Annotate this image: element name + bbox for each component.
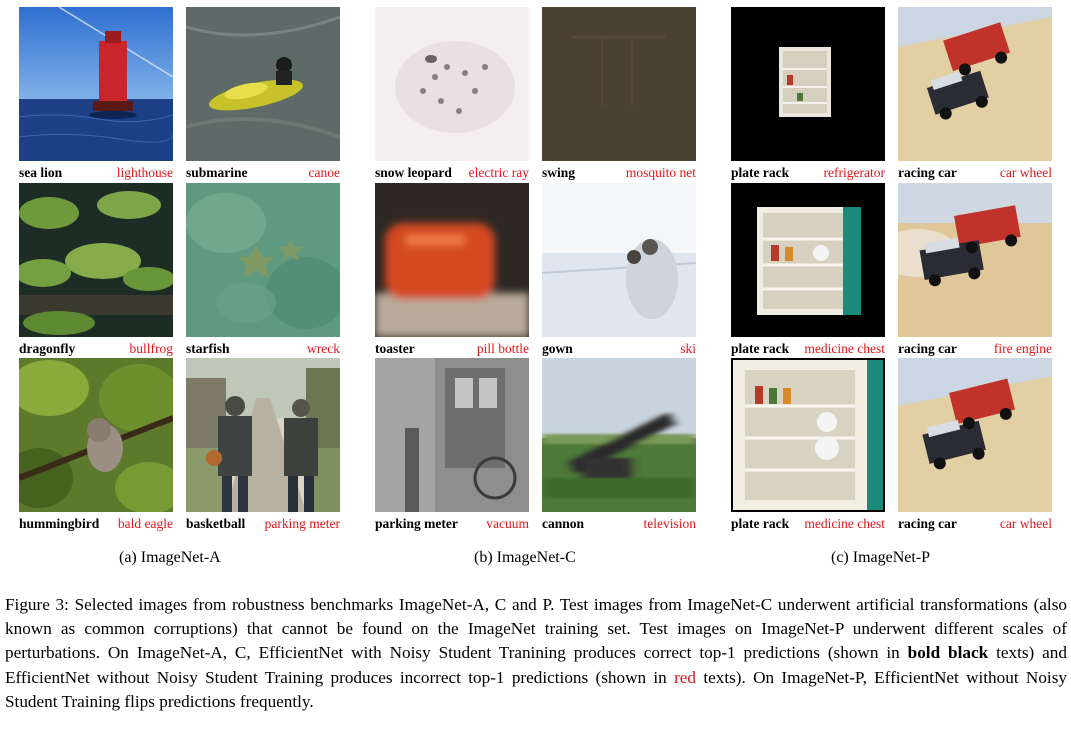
correct-label: basketball bbox=[186, 516, 246, 531]
wrong-label: wreck bbox=[307, 341, 340, 356]
tile-a-starfish: starfish wreck bbox=[186, 183, 340, 356]
image-small-cabinet bbox=[731, 7, 885, 161]
image-owl-in-tree bbox=[19, 358, 173, 512]
caption-red-word: red bbox=[674, 667, 697, 687]
tile-a-hummingbird: hummingbird bald eagle bbox=[19, 358, 173, 531]
wrong-label: ski bbox=[680, 341, 696, 356]
correct-label: racing car bbox=[898, 341, 957, 356]
tile-p-plate-rack-2: plate rack medicine chest bbox=[731, 183, 885, 356]
image-blurred-toaster bbox=[375, 183, 529, 337]
wrong-label: fire engine bbox=[993, 341, 1052, 356]
label-row: starfish wreck bbox=[186, 340, 340, 358]
image-yellow-submarine bbox=[186, 7, 340, 161]
image-underwater-starfish bbox=[186, 183, 340, 337]
label-row: submarine canoe bbox=[186, 164, 340, 182]
label-row: plate rack medicine chest bbox=[731, 340, 885, 358]
tile-a-basketball: basketball parking meter bbox=[186, 358, 340, 531]
image-snowy-couple bbox=[542, 183, 696, 337]
correct-label: toaster bbox=[375, 341, 415, 356]
label-row: racing car fire engine bbox=[898, 340, 1052, 358]
tile-c-gown: gown ski bbox=[542, 183, 696, 356]
wrong-label: pill bottle bbox=[476, 341, 529, 356]
label-row: plate rack refrigerator bbox=[731, 164, 885, 182]
image-gray-street bbox=[375, 358, 529, 512]
tile-a-sea-lion: sea lion lighthouse bbox=[19, 7, 173, 180]
tile-c-toaster: toaster pill bottle bbox=[375, 183, 529, 356]
correct-label: submarine bbox=[186, 165, 248, 180]
correct-label: sea lion bbox=[19, 165, 63, 180]
image-rotated-race-cars bbox=[898, 7, 1052, 161]
label-row: snow leopard electric ray bbox=[375, 164, 529, 182]
label-row: dragonfly bullfrog bbox=[19, 340, 173, 358]
wrong-label: lighthouse bbox=[116, 165, 173, 180]
wrong-label: canoe bbox=[308, 165, 340, 180]
tile-a-dragonfly: dragonfly bullfrog bbox=[19, 183, 173, 356]
tile-p-racing-car-1: racing car car wheel bbox=[898, 7, 1052, 180]
wrong-label: mosquito net bbox=[625, 165, 696, 180]
wrong-label: medicine chest bbox=[804, 341, 885, 356]
tile-p-racing-car-3: racing car car wheel bbox=[898, 358, 1052, 531]
correct-label: hummingbird bbox=[19, 516, 100, 531]
correct-label: plate rack bbox=[731, 341, 790, 356]
label-row: plate rack medicine chest bbox=[731, 515, 885, 533]
label-row: cannon television bbox=[542, 515, 696, 533]
wrong-label: television bbox=[643, 516, 697, 531]
wrong-label: parking meter bbox=[264, 516, 340, 531]
tile-a-submarine: submarine canoe bbox=[186, 7, 340, 180]
correct-label: parking meter bbox=[375, 516, 458, 531]
subcaption-imagenet-p: (c) ImageNet-P bbox=[831, 549, 931, 566]
wrong-label: vacuum bbox=[486, 516, 529, 531]
label-row: toaster pill bottle bbox=[375, 340, 529, 358]
correct-label: swing bbox=[542, 165, 576, 180]
tile-c-cannon: cannon television bbox=[542, 358, 696, 531]
image-race-cars-tilted bbox=[898, 358, 1052, 512]
label-row: racing car car wheel bbox=[898, 164, 1052, 182]
tile-c-parking-meter: parking meter vacuum bbox=[375, 358, 529, 531]
image-motion-blur-cannon bbox=[542, 358, 696, 512]
wrong-label: medicine chest bbox=[804, 516, 885, 531]
subcaption-imagenet-a: (a) ImageNet-A bbox=[119, 549, 221, 566]
correct-label: starfish bbox=[186, 341, 230, 356]
subcaption-imagenet-c: (b) ImageNet-C bbox=[474, 549, 576, 566]
tile-p-plate-rack-3: plate rack medicine chest bbox=[731, 358, 885, 531]
label-row: sea lion lighthouse bbox=[19, 164, 173, 182]
tile-p-plate-rack-1: plate rack refrigerator bbox=[731, 7, 885, 180]
caption-bold-black: bold black bbox=[907, 643, 989, 663]
tile-c-snow-leopard: snow leopard electric ray bbox=[375, 7, 529, 180]
label-row: parking meter vacuum bbox=[375, 515, 529, 533]
image-lily-pads bbox=[19, 183, 173, 337]
image-faded-leopard bbox=[375, 7, 529, 161]
correct-label: plate rack bbox=[731, 516, 790, 531]
label-row: racing car car wheel bbox=[898, 515, 1052, 533]
figure-caption: Figure 3: Selected images from robustnes… bbox=[5, 593, 1067, 714]
wrong-label: bullfrog bbox=[129, 341, 174, 356]
image-large-cabinet bbox=[731, 358, 885, 512]
wrong-label: bald eagle bbox=[117, 516, 173, 531]
correct-label: cannon bbox=[542, 516, 585, 531]
wrong-label: car wheel bbox=[999, 165, 1052, 180]
wrong-label: car wheel bbox=[999, 516, 1052, 531]
label-row: hummingbird bald eagle bbox=[19, 515, 173, 533]
image-medium-cabinet bbox=[731, 183, 885, 337]
image-sea-lion-buoy bbox=[19, 7, 173, 161]
correct-label: gown bbox=[542, 341, 573, 356]
label-row: basketball parking meter bbox=[186, 515, 340, 533]
correct-label: snow leopard bbox=[375, 165, 452, 180]
label-row: swing mosquito net bbox=[542, 164, 696, 182]
label-row: gown ski bbox=[542, 340, 696, 358]
image-race-cars-dust bbox=[898, 183, 1052, 337]
correct-label: racing car bbox=[898, 165, 957, 180]
correct-label: racing car bbox=[898, 516, 957, 531]
correct-label: plate rack bbox=[731, 165, 790, 180]
tile-c-swing: swing mosquito net bbox=[542, 7, 696, 180]
wrong-label: electric ray bbox=[468, 165, 529, 180]
wrong-label: refrigerator bbox=[823, 165, 885, 180]
correct-label: dragonfly bbox=[19, 341, 76, 356]
tile-p-racing-car-2: racing car fire engine bbox=[898, 183, 1052, 356]
image-two-people-walking bbox=[186, 358, 340, 512]
image-dark-swing bbox=[542, 7, 696, 161]
